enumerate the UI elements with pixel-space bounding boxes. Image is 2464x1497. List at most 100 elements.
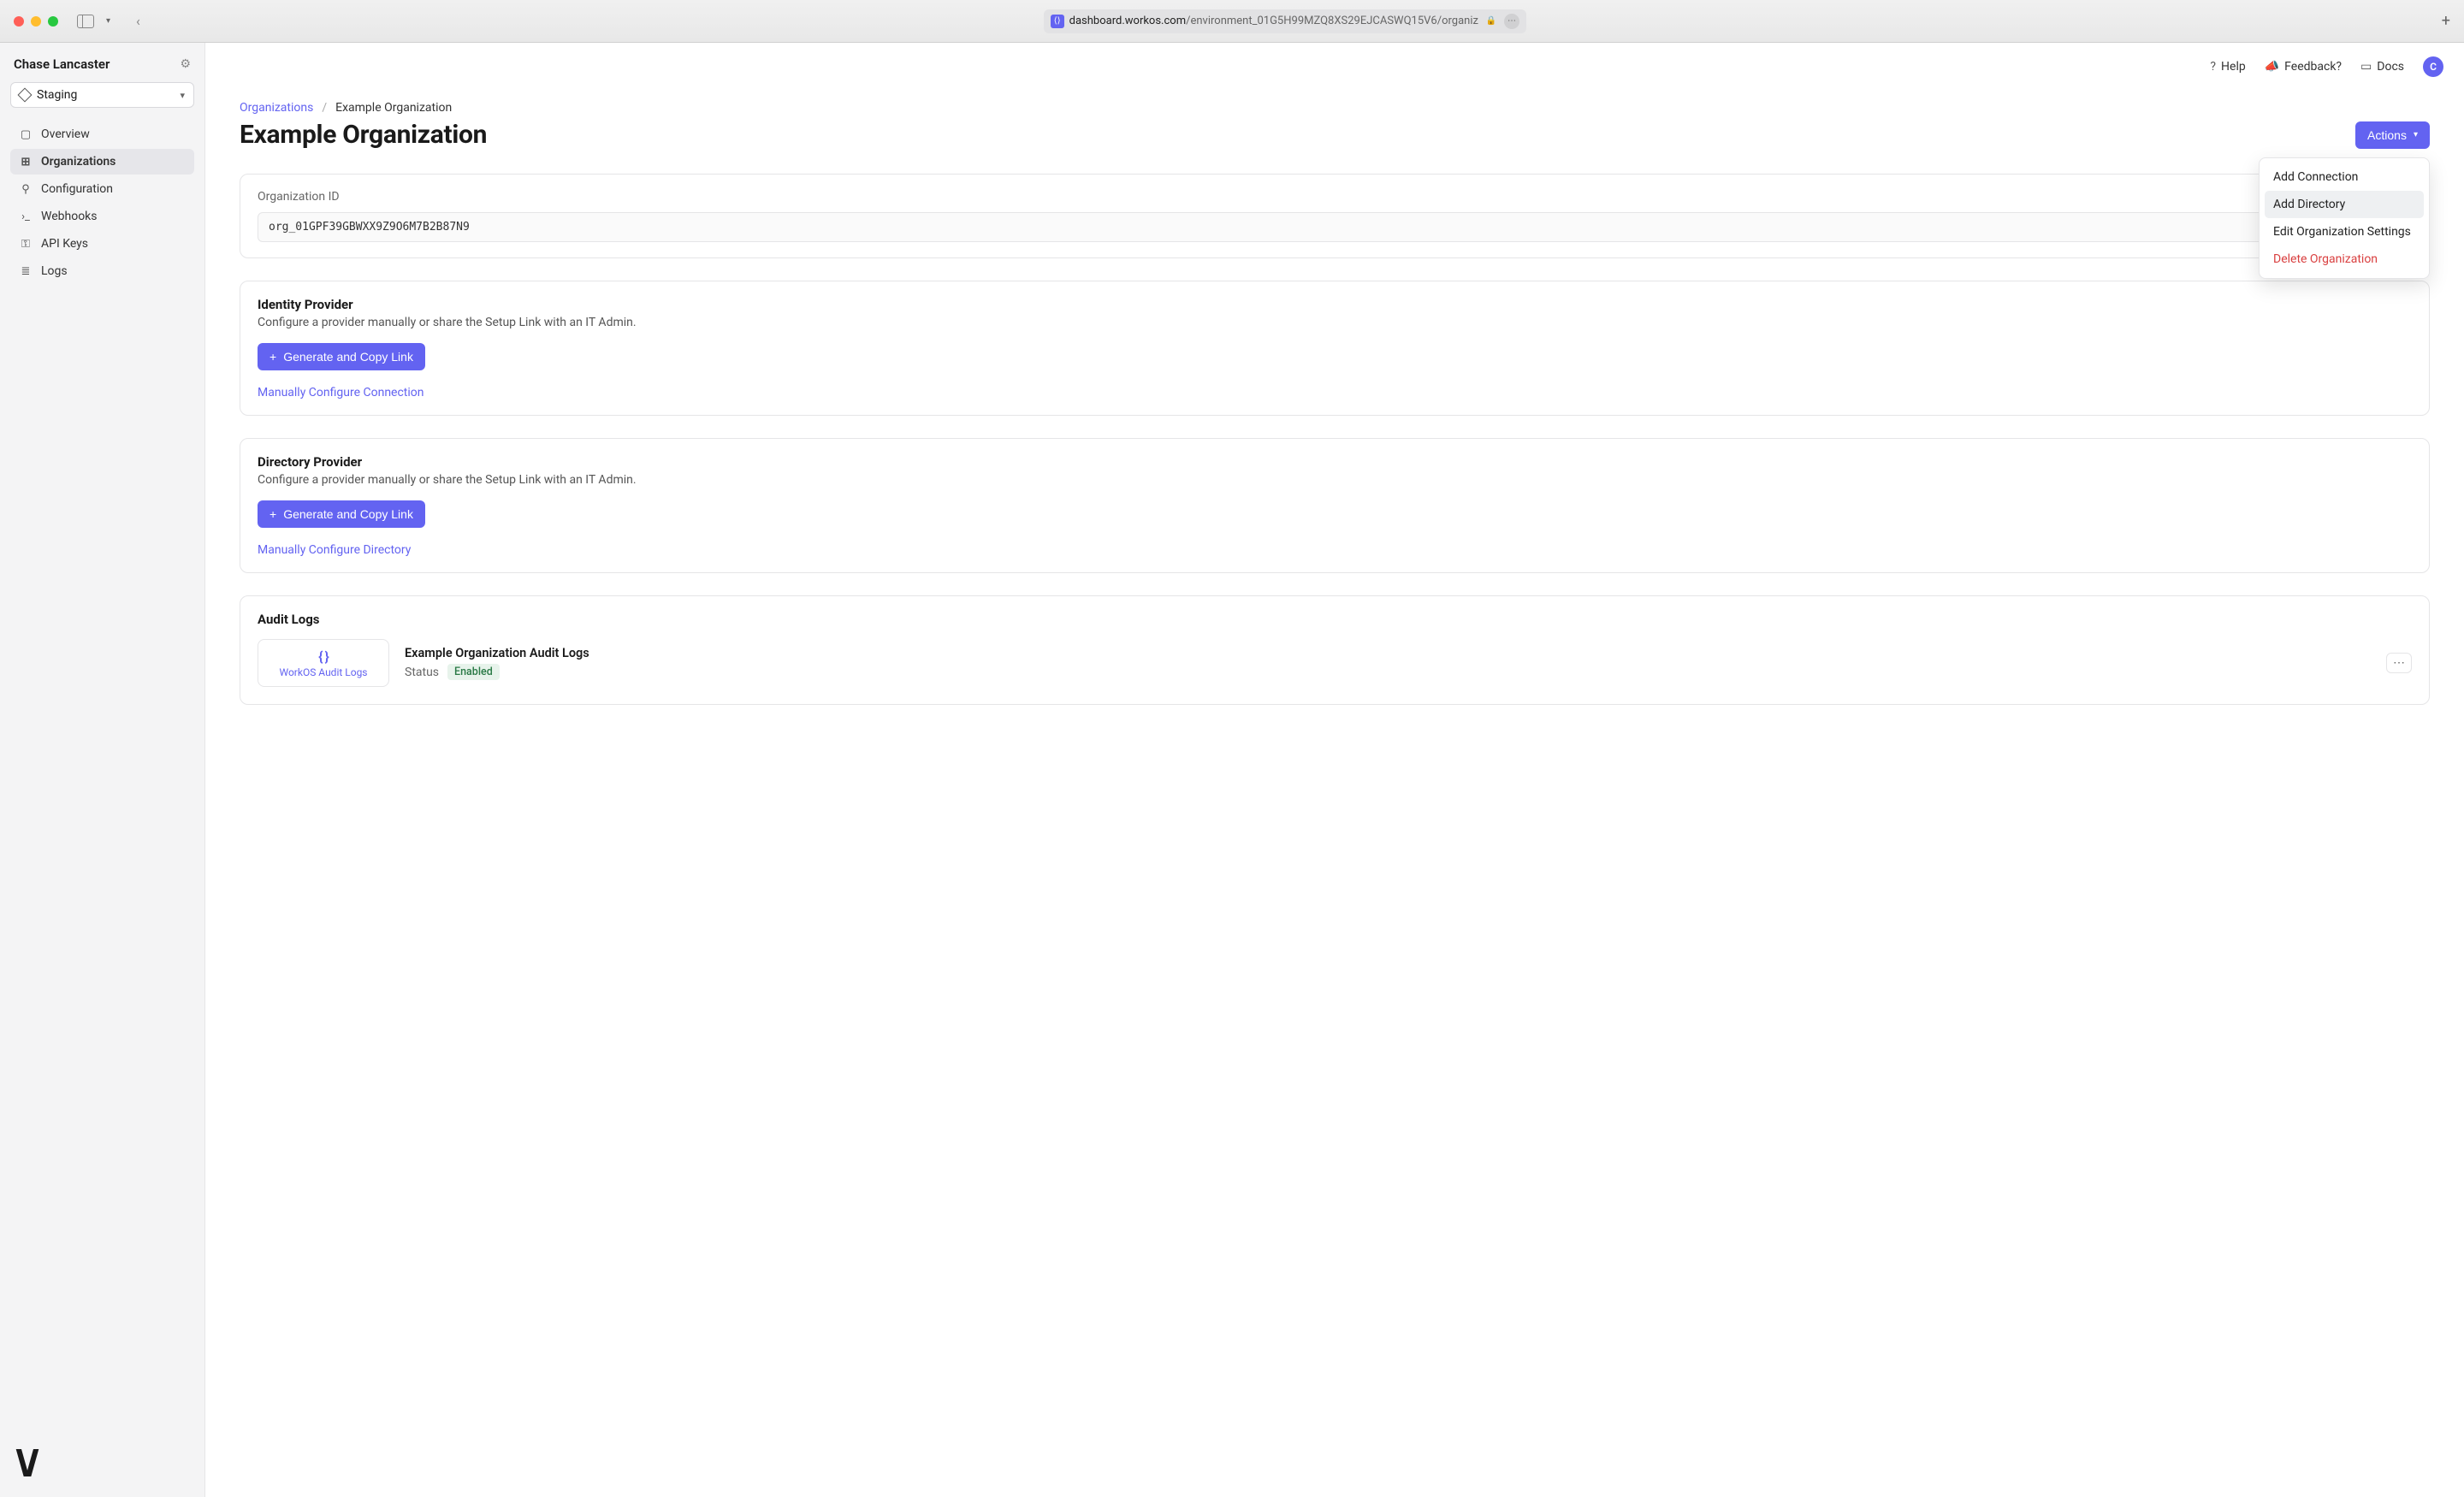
breadcrumb: Organizations / Example Organization	[240, 101, 2430, 115]
browser-chrome: ▾ ‹ ⟨⟩ dashboard.workos.com/environment_…	[0, 0, 2464, 43]
site-favicon-icon: ⟨⟩	[1051, 15, 1064, 28]
audit-row: { } WorkOS Audit Logs Example Organizati…	[258, 639, 2412, 687]
audit-status-label: Status	[405, 666, 439, 679]
workos-logo-icon	[14, 1449, 44, 1476]
minimize-window-icon[interactable]	[31, 16, 41, 27]
terminal-icon: ›_	[19, 210, 33, 223]
list-icon: ≣	[19, 265, 33, 278]
actions-dropdown: Add Connection Add Directory Edit Organi…	[2259, 157, 2430, 279]
maximize-window-icon[interactable]	[48, 16, 58, 27]
directory-desc: Configure a provider manually or share t…	[258, 473, 2412, 487]
chevron-down-icon[interactable]: ▾	[106, 16, 110, 26]
help-label: Help	[2221, 60, 2246, 74]
help-link[interactable]: ? Help	[2210, 60, 2245, 74]
window-controls	[14, 16, 58, 27]
actions-button[interactable]: Actions ▾	[2355, 121, 2430, 149]
url-path: /environment_01G5H99MZQ8XS29EJCASWQ15V6/…	[1186, 15, 1478, 27]
sidebar-item-logs[interactable]: ≣ Logs	[10, 258, 194, 284]
sidebar-nav: ▢ Overview ⊞ Organizations ⚲ Configurati…	[10, 121, 194, 284]
dropdown-delete-org[interactable]: Delete Organization	[2265, 246, 2424, 273]
audit-more-button[interactable]: ⋯	[2386, 653, 2412, 673]
bookmark-icon: ▢	[19, 128, 33, 141]
directory-provider-card: Directory Provider Configure a provider …	[240, 438, 2430, 573]
identity-title: Identity Provider	[258, 297, 2412, 312]
feedback-label: Feedback?	[2284, 60, 2342, 74]
identity-manual-link[interactable]: Manually Configure Connection	[258, 386, 424, 399]
status-badge: Enabled	[447, 664, 500, 680]
top-bar: ? Help 📣 Feedback? ▭ Docs C	[205, 43, 2464, 91]
plus-icon: +	[270, 350, 276, 364]
breadcrumb-separator: /	[322, 101, 327, 115]
book-icon: ▭	[2360, 60, 2372, 74]
sliders-icon: ⚲	[19, 183, 33, 196]
grid-icon: ⊞	[19, 156, 33, 169]
close-window-icon[interactable]	[14, 16, 24, 27]
user-name: Chase Lancaster	[14, 56, 110, 72]
docs-link[interactable]: ▭ Docs	[2360, 60, 2404, 74]
main-area: ? Help 📣 Feedback? ▭ Docs C Organization…	[205, 43, 2464, 1497]
dropdown-add-connection[interactable]: Add Connection	[2265, 163, 2424, 191]
identity-generate-button[interactable]: + Generate and Copy Link	[258, 343, 425, 370]
chevron-down-icon: ▾	[180, 90, 185, 101]
audit-heading: Audit Logs	[258, 612, 2412, 627]
sidebar-footer	[10, 1442, 194, 1483]
docs-label: Docs	[2377, 60, 2404, 74]
breadcrumb-root[interactable]: Organizations	[240, 101, 313, 115]
ellipsis-icon: ⋯	[2393, 656, 2405, 670]
lock-icon[interactable]: 🔒	[1484, 14, 1499, 29]
identity-desc: Configure a provider manually or share t…	[258, 316, 2412, 329]
chevron-down-icon: ▾	[2414, 130, 2418, 139]
sidebar-header: Chase Lancaster ⚙	[10, 56, 194, 72]
back-arrow-icon[interactable]: ‹	[136, 13, 140, 29]
page-title: Example Organization	[240, 120, 487, 150]
cube-icon	[18, 88, 33, 103]
braces-icon: { }	[318, 648, 329, 665]
dropdown-edit-org-settings[interactable]: Edit Organization Settings	[2265, 218, 2424, 246]
sidebar-item-organizations[interactable]: ⊞ Organizations	[10, 149, 194, 175]
org-id-input[interactable]	[258, 212, 2412, 242]
environment-selector[interactable]: Staging ▾	[10, 82, 194, 108]
org-id-card: Organization ID	[240, 174, 2430, 258]
sidebar-item-webhooks[interactable]: ›_ Webhooks	[10, 204, 194, 229]
directory-title: Directory Provider	[258, 454, 2412, 470]
audit-status-row: Status Enabled	[405, 664, 589, 680]
sidebar-item-api-keys[interactable]: ⚿ API Keys	[10, 231, 194, 257]
audit-tile[interactable]: { } WorkOS Audit Logs	[258, 639, 389, 687]
breadcrumb-current: Example Organization	[335, 101, 452, 115]
sidebar-item-configuration[interactable]: ⚲ Configuration	[10, 176, 194, 202]
sidebar-item-label: Overview	[41, 127, 90, 141]
directory-manual-link[interactable]: Manually Configure Directory	[258, 543, 411, 557]
url-text: dashboard.workos.com/environment_01G5H99…	[1069, 15, 1478, 27]
avatar-initial: C	[2430, 61, 2437, 73]
audit-item-title: Example Organization Audit Logs	[405, 646, 589, 660]
content: Organizations / Example Organization Exa…	[205, 91, 2464, 761]
megaphone-icon: 📣	[2265, 60, 2279, 74]
directory-button-label: Generate and Copy Link	[283, 507, 413, 521]
feedback-link[interactable]: 📣 Feedback?	[2265, 60, 2342, 74]
new-tab-icon[interactable]: +	[2442, 12, 2450, 30]
audit-logs-card: Audit Logs { } WorkOS Audit Logs Example…	[240, 595, 2430, 705]
avatar[interactable]: C	[2423, 56, 2443, 77]
url-domain: dashboard.workos.com	[1069, 15, 1186, 27]
plus-icon: +	[270, 507, 276, 521]
identity-button-label: Generate and Copy Link	[283, 350, 413, 364]
sidebar-item-label: Organizations	[41, 155, 116, 169]
page-head: Example Organization Actions ▾ Add Conne…	[240, 120, 2430, 150]
sidebar-toggle-icon[interactable]	[77, 15, 94, 28]
url-bar[interactable]: ⟨⟩ dashboard.workos.com/environment_01G5…	[1044, 9, 1526, 33]
sidebar: Chase Lancaster ⚙ Staging ▾ ▢ Overview ⊞…	[0, 43, 205, 1497]
environment-name: Staging	[37, 88, 77, 102]
dropdown-add-directory[interactable]: Add Directory	[2265, 191, 2424, 218]
actions-label: Actions	[2367, 128, 2407, 142]
audit-info: Example Organization Audit Logs Status E…	[405, 646, 589, 680]
help-icon: ?	[2210, 60, 2216, 74]
directory-generate-button[interactable]: + Generate and Copy Link	[258, 500, 425, 528]
sidebar-item-label: Webhooks	[41, 210, 98, 223]
sidebar-item-overview[interactable]: ▢ Overview	[10, 121, 194, 147]
identity-provider-card: Identity Provider Configure a provider m…	[240, 281, 2430, 416]
org-id-label: Organization ID	[258, 190, 2412, 204]
gear-icon[interactable]: ⚙	[180, 57, 191, 71]
key-icon: ⚿	[19, 238, 33, 251]
sidebar-item-label: Configuration	[41, 182, 113, 196]
more-icon[interactable]: ⋯	[1504, 14, 1519, 29]
